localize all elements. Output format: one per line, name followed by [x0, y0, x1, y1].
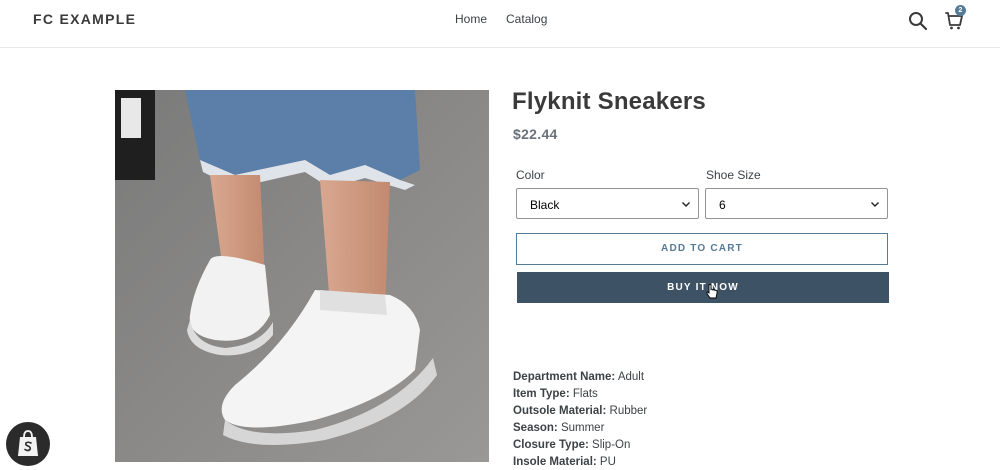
- chevron-down-icon: [681, 198, 691, 208]
- color-select[interactable]: Black: [516, 188, 699, 219]
- product-specs: Department Name: Adult Item Type: Flats …: [513, 369, 647, 470]
- add-to-cart-button[interactable]: ADD TO CART: [516, 233, 888, 265]
- nav-link-home[interactable]: Home: [455, 12, 487, 26]
- buy-it-now-button[interactable]: BUY IT NOW: [517, 272, 889, 303]
- spec-row: Item Type: Flats: [513, 388, 598, 400]
- search-icon[interactable]: [908, 11, 928, 31]
- spec-row: Insole Material: PU: [513, 456, 616, 468]
- store-logo[interactable]: FC EXAMPLE: [33, 11, 136, 27]
- cart-count-badge: 2: [955, 5, 966, 16]
- shoe-size-label: Shoe Size: [706, 168, 761, 182]
- shoe-size-select-value: 6: [719, 198, 726, 212]
- chevron-down-icon: [870, 198, 880, 208]
- spec-row: Department Name: Adult: [513, 371, 645, 383]
- nav-link-catalog[interactable]: Catalog: [506, 12, 547, 26]
- main-nav: Home Catalog: [455, 12, 547, 26]
- product-image[interactable]: [115, 90, 489, 462]
- color-select-value: Black: [530, 198, 560, 212]
- spec-row: Outsole Material: Rubber: [513, 405, 648, 417]
- product-price: $22.44: [513, 126, 558, 142]
- cursor-hand-icon: [706, 284, 718, 300]
- spec-row: Season: Summer: [513, 422, 605, 434]
- product-title: Flyknit Sneakers: [512, 88, 706, 115]
- site-header: FC EXAMPLE Home Catalog 2: [0, 0, 1000, 48]
- shoe-size-select[interactable]: 6: [705, 188, 888, 219]
- shopify-bag-icon[interactable]: [6, 422, 50, 466]
- color-label: Color: [516, 168, 545, 182]
- spec-row: Closure Type: Slip-On: [513, 439, 631, 451]
